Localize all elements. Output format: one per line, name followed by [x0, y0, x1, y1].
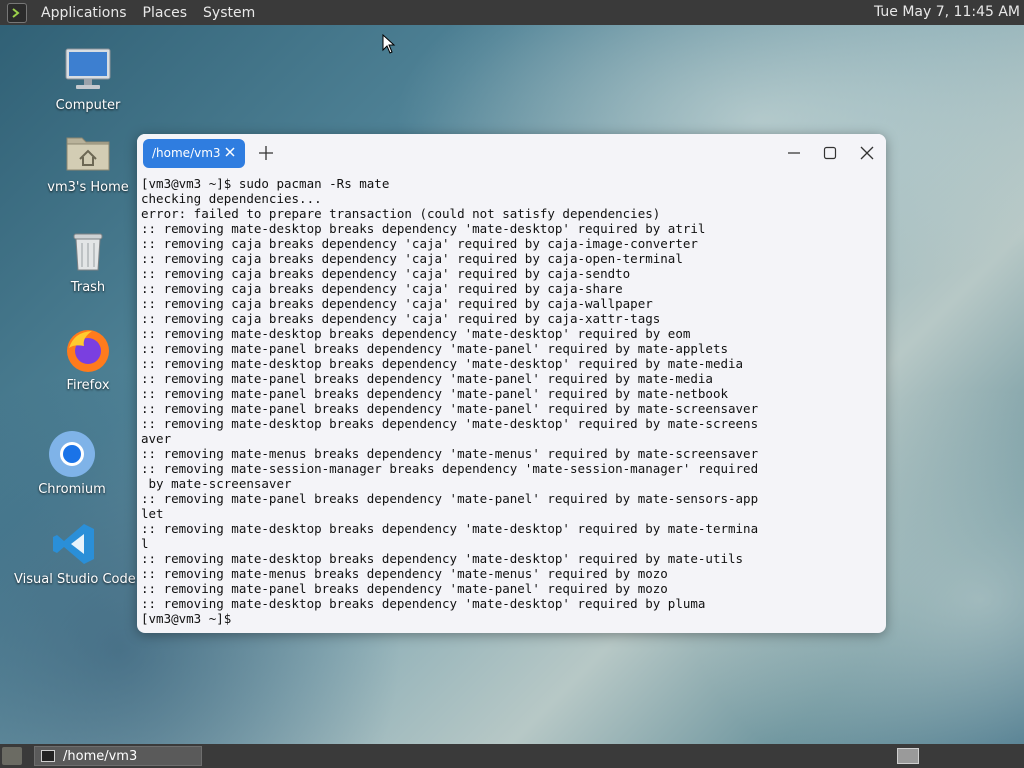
- terminal-line: :: removing mate-desktop breaks dependen…: [141, 521, 759, 536]
- trash-icon: [64, 228, 112, 276]
- terminal-line: :: removing caja breaks dependency 'caja…: [141, 281, 623, 296]
- bottom-panel: /home/vm3: [0, 744, 1024, 768]
- panel-clock[interactable]: Tue May 7, 11:45 AM: [874, 4, 1020, 20]
- computer-icon: [64, 46, 112, 94]
- terminal-line: :: removing mate-desktop breaks dependen…: [141, 416, 759, 431]
- terminal-line: :: removing mate-desktop breaks dependen…: [141, 356, 744, 371]
- terminal-line: :: removing mate-desktop breaks dependen…: [141, 326, 691, 341]
- menu-applications[interactable]: Applications: [33, 5, 135, 21]
- minimize-icon[interactable]: [786, 145, 802, 161]
- terminal-line: :: removing mate-panel breaks dependency…: [141, 386, 728, 401]
- close-window-icon[interactable]: [859, 145, 875, 161]
- desktop-icon-home[interactable]: vm3's Home: [28, 128, 148, 195]
- desktop-icon-vscode[interactable]: Visual Studio Code: [14, 520, 136, 587]
- terminal-line: :: removing mate-panel breaks dependency…: [141, 401, 759, 416]
- terminal-line: :: removing mate-desktop breaks dependen…: [141, 221, 706, 236]
- desktop-icon-label: Visual Studio Code: [14, 572, 136, 587]
- desktop-icon-label: vm3's Home: [47, 180, 129, 195]
- tab-title: /home/vm3: [152, 146, 221, 160]
- close-tab-icon[interactable]: [223, 145, 237, 159]
- terminal-line: [vm3@vm3 ~]$: [141, 611, 232, 626]
- terminal-line: let: [141, 506, 164, 521]
- terminal-line: :: removing mate-session-manager breaks …: [141, 461, 759, 476]
- terminal-line: :: removing mate-desktop breaks dependen…: [141, 596, 706, 611]
- home-folder-icon: [64, 128, 112, 176]
- taskbar-button-terminal[interactable]: /home/vm3: [34, 746, 202, 766]
- show-desktop-icon[interactable]: [2, 747, 22, 765]
- top-panel: Applications Places System Tue May 7, 11…: [0, 0, 1024, 25]
- terminal-line: :: removing caja breaks dependency 'caja…: [141, 266, 631, 281]
- terminal-window[interactable]: /home/vm3 [vm3@vm3 ~]$ sudo pacman -Rs m…: [137, 134, 886, 633]
- desktop-icon-trash[interactable]: Trash: [28, 228, 148, 295]
- terminal-line: :: removing mate-menus breaks dependency…: [141, 446, 759, 461]
- desktop-icon-computer[interactable]: Computer: [28, 46, 148, 113]
- firefox-icon: [64, 326, 112, 374]
- menu-system[interactable]: System: [195, 5, 263, 21]
- terminal-line: :: removing mate-panel breaks dependency…: [141, 371, 713, 386]
- maximize-icon[interactable]: [822, 145, 838, 161]
- terminal-line: [vm3@vm3 ~]$ sudo pacman -Rs mate: [141, 176, 390, 191]
- terminal-line: :: removing caja breaks dependency 'caja…: [141, 296, 653, 311]
- terminal-line: checking dependencies...: [141, 191, 322, 206]
- terminal-line: :: removing mate-menus breaks dependency…: [141, 566, 668, 581]
- terminal-line: :: removing mate-panel breaks dependency…: [141, 341, 728, 356]
- terminal-header-bar[interactable]: /home/vm3: [137, 134, 886, 174]
- new-tab-icon[interactable]: [257, 144, 275, 162]
- desktop-icon-label: Chromium: [38, 482, 106, 497]
- tab-home-vm3[interactable]: /home/vm3: [143, 139, 245, 168]
- terminal-line: :: removing mate-panel breaks dependency…: [141, 581, 668, 596]
- desktop-icon-label: Computer: [55, 98, 121, 113]
- terminal-output[interactable]: [vm3@vm3 ~]$ sudo pacman -Rs mate checkin…: [141, 176, 885, 626]
- terminal-line: :: removing caja breaks dependency 'caja…: [141, 311, 661, 326]
- taskbar-label: /home/vm3: [63, 748, 138, 764]
- terminal-line: :: removing mate-panel breaks dependency…: [141, 491, 759, 506]
- terminal-line: aver: [141, 431, 172, 446]
- vscode-icon: [50, 520, 98, 568]
- menu-places[interactable]: Places: [135, 5, 196, 21]
- terminal-icon: [41, 750, 55, 762]
- mate-menu-icon[interactable]: [7, 2, 27, 23]
- terminal-line: :: removing mate-desktop breaks dependen…: [141, 551, 744, 566]
- terminal-line: :: removing caja breaks dependency 'caja…: [141, 251, 683, 266]
- terminal-line: error: failed to prepare transaction (co…: [141, 206, 661, 221]
- workspace-switcher[interactable]: [897, 748, 919, 764]
- terminal-line: l: [141, 536, 149, 551]
- desktop-icon-firefox[interactable]: Firefox: [28, 326, 148, 393]
- terminal-line: :: removing caja breaks dependency 'caja…: [141, 236, 698, 251]
- desktop-icon-label: Firefox: [66, 378, 110, 393]
- desktop-icon-label: Trash: [70, 280, 106, 295]
- terminal-line: by mate-screensaver: [141, 476, 292, 491]
- desktop-icon-chromium[interactable]: Chromium: [12, 430, 132, 497]
- mouse-pointer-icon: [382, 34, 396, 54]
- chromium-icon: [48, 430, 96, 478]
